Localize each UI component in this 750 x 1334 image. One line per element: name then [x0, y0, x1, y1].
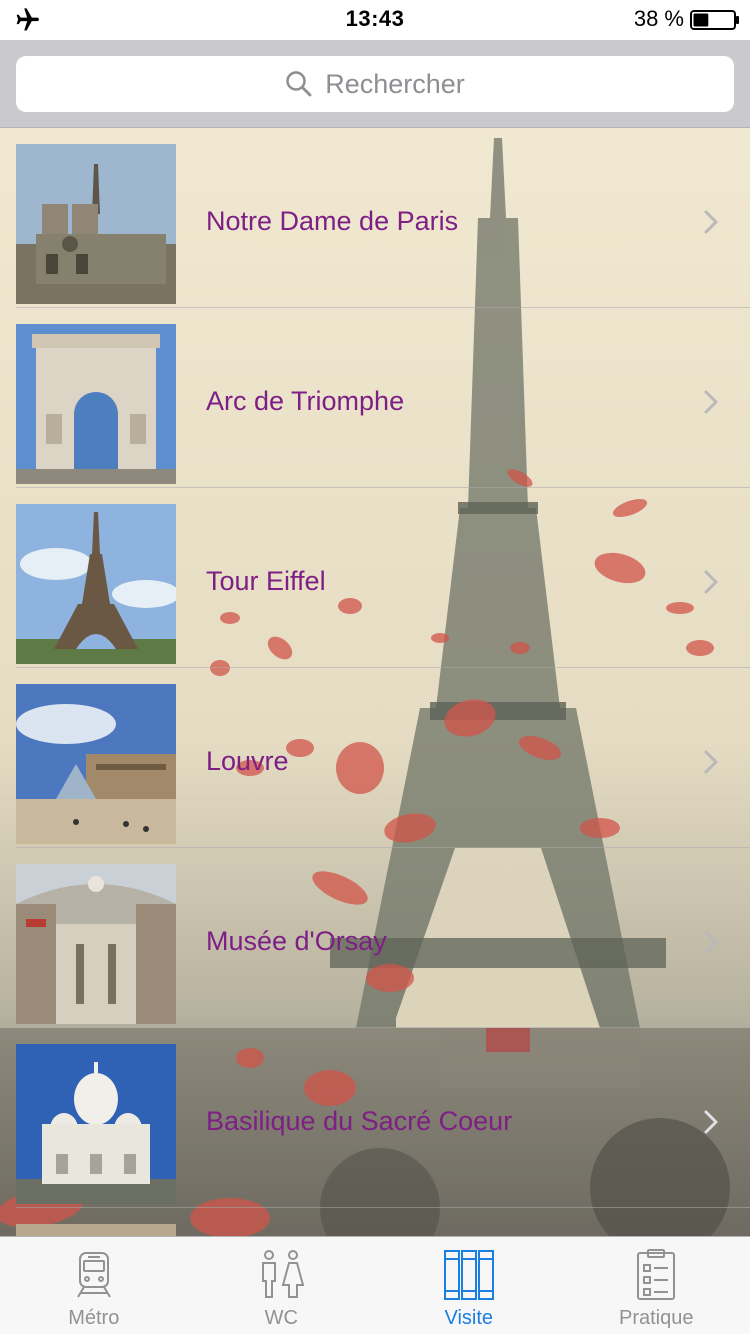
tab-label: Métro — [68, 1307, 120, 1329]
list-item-label: Tour Eiffel — [206, 566, 326, 596]
partial-thumbnail — [16, 1224, 176, 1236]
chevron-right-icon — [704, 390, 718, 414]
tab-pratique[interactable]: Pratique — [563, 1237, 750, 1334]
chevron-right-icon — [704, 210, 718, 234]
musee-orsay-thumbnail — [16, 864, 176, 1024]
tour-eiffel-thumbnail — [16, 504, 176, 664]
list-item-label: Musée d'Orsay — [206, 926, 387, 956]
list-item-notre-dame[interactable]: Notre Dame de Paris — [0, 128, 750, 308]
list-item-label: Notre Dame de Paris — [206, 206, 459, 236]
landmark-list-view[interactable]: Notre Dame de Paris Arc de Triomphe Tour… — [0, 128, 750, 1236]
battery-icon — [690, 10, 739, 30]
tab-wc[interactable]: WC — [188, 1237, 376, 1334]
train-icon — [76, 1252, 111, 1298]
books-icon — [443, 1250, 494, 1300]
battery-percent: 38 % — [633, 6, 684, 31]
list-item-sacre-coeur[interactable]: Basilique du Sacré Coeur — [0, 1028, 750, 1208]
list-item-partial[interactable] — [0, 1208, 750, 1236]
search-bar: Rechercher — [0, 40, 750, 128]
sacre-coeur-thumbnail — [16, 1044, 176, 1204]
search-placeholder: Rechercher — [325, 68, 465, 99]
tab-visite[interactable]: Visite — [375, 1237, 563, 1334]
search-icon — [286, 71, 312, 97]
list-item-tour-eiffel[interactable]: Tour Eiffel — [0, 488, 750, 668]
clipboard-icon — [637, 1249, 676, 1300]
tab-bar: Métro WC Visite Pratique — [0, 1236, 750, 1334]
landmark-list: Notre Dame de Paris Arc de Triomphe Tour… — [0, 128, 750, 1236]
tab-label: Visite — [444, 1307, 494, 1329]
list-item-arc-de-triomphe[interactable]: Arc de Triomphe — [0, 308, 750, 488]
tab-metro[interactable]: Métro — [0, 1237, 188, 1334]
status-bar: 13:43 38 % — [0, 0, 750, 40]
list-item-label: Arc de Triomphe — [206, 386, 405, 416]
tab-label: Pratique — [619, 1307, 694, 1329]
chevron-right-icon — [704, 930, 718, 954]
search-input[interactable]: Rechercher — [16, 56, 734, 112]
restroom-icon — [262, 1250, 305, 1298]
list-item-label: Basilique du Sacré Coeur — [206, 1106, 513, 1136]
tab-label: WC — [264, 1307, 298, 1329]
notre-dame-thumbnail — [16, 144, 176, 304]
arc-de-triomphe-thumbnail — [16, 324, 176, 484]
list-item-label: Louvre — [206, 746, 289, 776]
list-item-louvre[interactable]: Louvre — [0, 668, 750, 848]
chevron-right-icon — [704, 570, 718, 594]
chevron-right-icon — [704, 1110, 718, 1134]
louvre-thumbnail — [16, 684, 176, 844]
chevron-right-icon — [704, 750, 718, 774]
list-item-musee-orsay[interactable]: Musée d'Orsay — [0, 848, 750, 1028]
